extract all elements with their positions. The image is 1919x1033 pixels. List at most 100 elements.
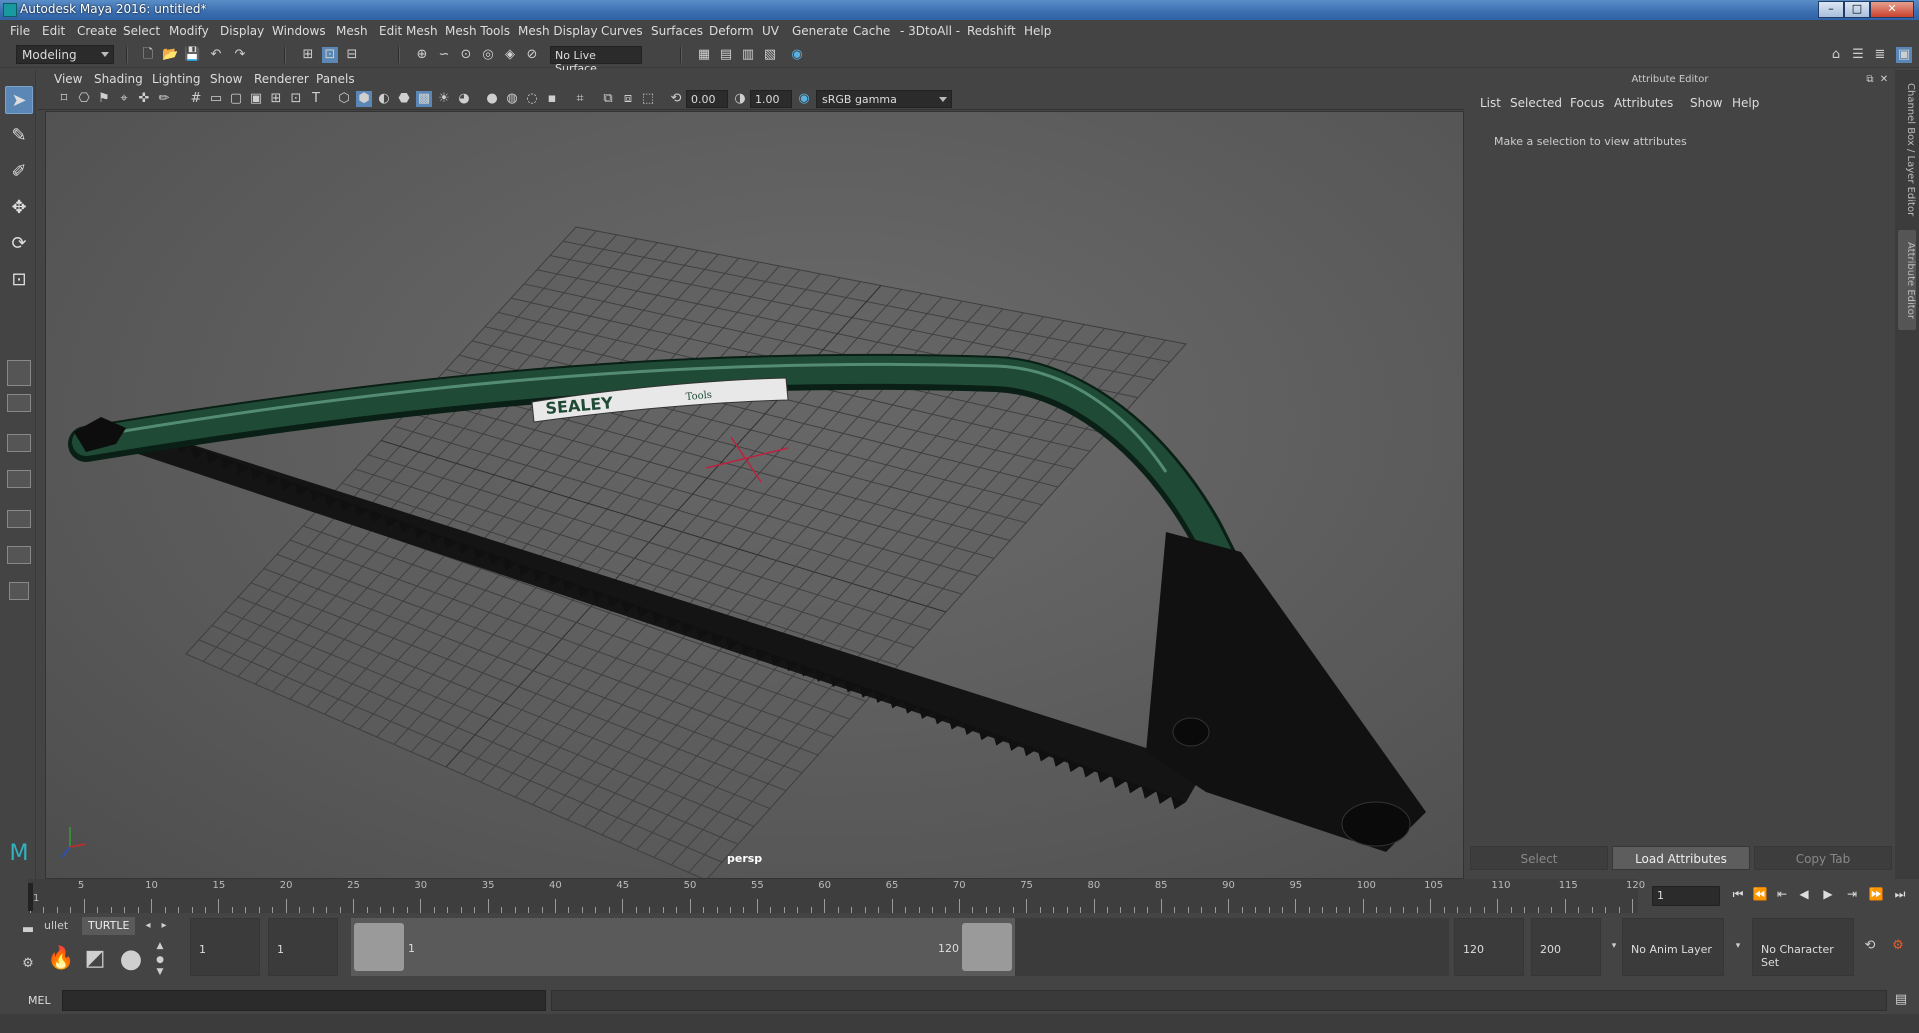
menu-deform[interactable]: Deform xyxy=(709,24,754,38)
snap-curve-icon[interactable]: ∽ xyxy=(436,47,452,63)
ae-menu-selected[interactable]: Selected xyxy=(1510,96,1562,110)
range-end-handle[interactable] xyxy=(962,923,1012,971)
panel-menu-show[interactable]: Show xyxy=(210,72,242,86)
color-space-dropdown[interactable]: sRGB gamma xyxy=(816,90,952,108)
menu-windows[interactable]: Windows xyxy=(272,24,326,38)
live-surface-field[interactable]: No Live Surface xyxy=(550,46,642,75)
xray-icon[interactable]: ⧉ xyxy=(600,91,616,107)
menu-file[interactable]: File xyxy=(10,24,30,38)
script-language-label[interactable]: MEL xyxy=(28,994,51,1007)
maximize-button[interactable]: □ xyxy=(1844,1,1870,18)
snap-live-icon[interactable]: ⊘ xyxy=(524,47,540,63)
menu-display[interactable]: Display xyxy=(220,24,264,38)
use-all-lights-icon[interactable]: ☀ xyxy=(436,91,452,107)
go-to-end-icon[interactable]: ⏭ xyxy=(1890,883,1910,905)
menu-uv[interactable]: UV xyxy=(762,24,779,38)
isolate-select-icon[interactable]: ⌗ xyxy=(572,91,588,107)
animation-start-field[interactable]: 1 xyxy=(190,918,260,976)
2d-pan-icon[interactable]: ✜ xyxy=(136,91,152,107)
mode-dropdown[interactable]: Modeling xyxy=(16,45,114,64)
menu-curves[interactable]: Curves xyxy=(601,24,643,38)
menu-redshift[interactable]: Redshift xyxy=(967,24,1016,38)
auto-key-icon[interactable]: ⟲ xyxy=(1862,938,1878,954)
camera-attributes-icon[interactable]: ⎔ xyxy=(76,91,92,107)
animation-prefs-icon[interactable]: ⚙ xyxy=(1890,938,1906,954)
menu-create[interactable]: Create xyxy=(77,24,117,38)
redo-icon[interactable]: ↷ xyxy=(232,47,248,63)
paint-select-icon[interactable]: ✐ xyxy=(5,158,33,186)
select-component-icon[interactable]: ⊟ xyxy=(344,47,360,63)
depth-of-field-icon[interactable]: ▪ xyxy=(544,91,560,107)
bookmark-icon[interactable]: ⚑ xyxy=(96,91,112,107)
single-pane-layout-icon[interactable] xyxy=(7,360,31,386)
ae-menu-attributes[interactable]: Attributes xyxy=(1614,96,1673,110)
exposure-icon[interactable]: ⟲ xyxy=(668,91,684,107)
select-hierarchy-icon[interactable]: ⊞ xyxy=(300,47,316,63)
shelf-right-icon[interactable]: ▸ xyxy=(156,918,172,934)
ae-menu-list[interactable]: List xyxy=(1480,96,1501,110)
menu-edit-mesh[interactable]: Edit Mesh xyxy=(379,24,438,38)
ae-menu-focus[interactable]: Focus xyxy=(1570,96,1604,110)
screen-space-ao-icon[interactable]: ● xyxy=(484,91,500,107)
shelf-options-icon[interactable]: ⚙ xyxy=(20,956,36,972)
shelf-menu-icon[interactable]: ▬ xyxy=(20,922,36,938)
panel-menu-panels[interactable]: Panels xyxy=(316,72,355,86)
anim-layer-dropdown[interactable]: No Anim Layer xyxy=(1622,918,1724,976)
current-frame-field[interactable]: 1 xyxy=(1652,886,1720,906)
turtle-baking-icon[interactable]: ◩ xyxy=(80,944,110,974)
anti-aliasing-icon[interactable]: ◌ xyxy=(524,91,540,107)
step-forward-key-icon[interactable]: ⏩ xyxy=(1866,883,1886,905)
collapse-icon[interactable] xyxy=(9,582,29,600)
play-backwards-icon[interactable]: ◀ xyxy=(1794,883,1814,905)
step-back-frame-icon[interactable]: ⇤ xyxy=(1772,883,1792,905)
motion-blur-icon[interactable]: ◍ xyxy=(504,91,520,107)
snap-point-icon[interactable]: ⊙ xyxy=(458,47,474,63)
menu-surfaces[interactable]: Surfaces xyxy=(651,24,703,38)
field-chart-icon[interactable]: ⊞ xyxy=(268,91,284,107)
command-input[interactable] xyxy=(62,990,546,1011)
persp-outliner-layout-icon[interactable] xyxy=(7,470,31,488)
undo-icon[interactable]: ↶ xyxy=(208,47,224,63)
step-back-key-icon[interactable]: ⏪ xyxy=(1750,883,1770,905)
time-slider-ticks[interactable]: 1 5 10 15 20 25 30 35 40 45 50 55 60 65 70 75 80 85 90 95 10… xyxy=(28,879,1645,913)
safe-action-icon[interactable]: ⊡ xyxy=(288,91,304,107)
render-current-icon[interactable]: ▤ xyxy=(718,47,734,63)
menu-edit[interactable]: Edit xyxy=(42,24,65,38)
grid-icon[interactable]: # xyxy=(188,91,204,107)
grease-pencil-icon[interactable]: ✏ xyxy=(156,91,172,107)
xray-components-icon[interactable]: ⬚ xyxy=(640,91,656,107)
render-view-icon[interactable]: ▧ xyxy=(762,47,778,63)
panel-menu-shading[interactable]: Shading xyxy=(94,72,143,86)
channel-box-icon[interactable]: ▣ xyxy=(1896,47,1912,63)
ipr-render-icon[interactable]: ▥ xyxy=(740,47,756,63)
panel-menu-renderer[interactable]: Renderer xyxy=(254,72,309,86)
copy-tab-button[interactable]: Copy Tab xyxy=(1754,846,1892,870)
snap-grid-icon[interactable]: ⊕ xyxy=(414,47,430,63)
current-frame-marker[interactable] xyxy=(28,883,33,911)
save-scene-icon[interactable]: 💾 xyxy=(184,47,200,63)
film-gate-icon[interactable]: ▭ xyxy=(208,91,224,107)
menu-select[interactable]: Select xyxy=(123,24,160,38)
panel-menu-view[interactable]: View xyxy=(54,72,82,86)
hypershade-layout-icon[interactable] xyxy=(7,546,31,564)
gamma-icon[interactable]: ◑ xyxy=(732,91,748,107)
workspace-icon[interactable]: ⌂ xyxy=(1828,47,1844,63)
playback-start-field[interactable]: 1 xyxy=(268,918,338,976)
resolution-gate-icon[interactable]: ▢ xyxy=(228,91,244,107)
menu-modify[interactable]: Modify xyxy=(169,24,209,38)
smooth-shade-icon[interactable]: ⬢ xyxy=(356,91,372,107)
two-pane-layout-icon[interactable] xyxy=(7,434,31,452)
minimize-button[interactable]: – xyxy=(1818,1,1844,18)
xray-joints-icon[interactable]: ⧈ xyxy=(620,91,636,107)
camera-icon[interactable]: ⌑ xyxy=(56,91,72,107)
wireframe-on-shaded-icon[interactable]: ⬣ xyxy=(396,91,412,107)
close-panel-icon[interactable]: ✕ xyxy=(1876,72,1892,88)
lasso-tool-icon[interactable]: ✎ xyxy=(5,122,33,150)
image-plane-icon[interactable]: ⌖ xyxy=(116,91,132,107)
exposure-field[interactable]: 0.00 xyxy=(686,90,728,108)
menu-help[interactable]: Help xyxy=(1024,24,1051,38)
move-tool-icon[interactable]: ✥ xyxy=(5,194,33,222)
hypershade-icon[interactable]: ◉ xyxy=(789,47,805,63)
menu-3dtoall[interactable]: - 3DtoAll - xyxy=(900,24,960,38)
snap-surface-icon[interactable]: ◈ xyxy=(502,47,518,63)
